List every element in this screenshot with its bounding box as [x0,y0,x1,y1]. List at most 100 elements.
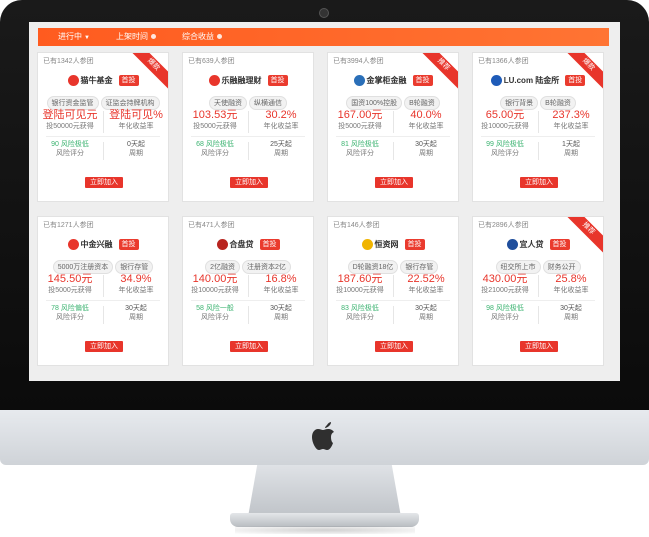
investment-note: 投10000元获得 [481,123,529,130]
divider [538,275,539,297]
expected-return-value: 187.60元 [337,273,383,285]
expected-return-value: 140.00元 [192,273,238,285]
annual-yield-label: 年化收益率 [263,287,299,294]
divider [481,136,595,137]
period-label: 周期 [419,314,433,321]
feature-tag: 证监会持牌机构 [100,96,160,110]
monitor-frame: 进行中 ▼ 上架时间 综合收益 已有1342人参团 爆款 猫牛基金 首投 银行资金监管 证监… [0,0,649,410]
apple-logo-icon [312,422,334,450]
period-label: 周期 [419,150,433,157]
period-label: 周期 [564,314,578,321]
platform-logo-icon [208,75,220,87]
feature-tag: 天使融资 [209,96,247,110]
platform-card[interactable]: 已有1271人参团 中金兴融 首投 5000万注册资本 银行存管 145.50元 投5000… [38,217,168,365]
join-now-button[interactable]: 立即加入 [520,341,558,352]
feature-tag: 纵横通信 [249,96,287,110]
platform-card[interactable]: 已有146人参团 恒资网 首投 D轮融资18亿 银行存管 187.60元 投10000元获得… [328,217,458,365]
period-value: 25天起 [270,141,292,148]
divider [191,136,305,137]
stand-shadow [235,526,415,534]
divider [103,306,104,324]
join-now-button[interactable]: 立即加入 [375,341,413,352]
join-now-button[interactable]: 立即加入 [85,177,123,188]
annual-yield-label: 年化收益率 [553,287,589,294]
divider [538,111,539,133]
platform-logo-row: 中金兴融 首投 [38,236,168,251]
feature-tag: 财务公开 [542,260,581,274]
chevron-down-icon: ▼ [84,35,90,41]
tab-overall-yield[interactable]: 综合收益 [182,28,222,46]
first-investment-badge: 首投 [549,239,570,251]
annual-yield-label: 年化收益率 [263,123,299,130]
first-investment-badge: 首投 [267,75,288,87]
divider [103,111,104,133]
platform-card[interactable]: 已有2896人参团 推荐 宜人贷 首投 纽交所上市 财务公开 430.00元 投21000元获… [473,217,603,365]
platform-logo-icon [67,75,79,87]
dot-icon [217,34,222,40]
investment-note: 投5000元获得 [338,123,382,130]
feature-tag: 注册资本2亿 [242,260,291,274]
period-value: 30天起 [270,305,292,312]
annual-yield-value: 34.9% [120,273,152,285]
annual-yield-value: 40.0% [410,109,442,121]
annual-yield-value: 登陆可见% [109,109,163,121]
risk-score: 78 风险偏低 [51,305,89,312]
divider [393,275,394,297]
risk-score: 98 风险极低 [486,305,524,312]
first-investment-badge: 首投 [118,75,139,87]
expected-return-value: 65.00元 [485,109,525,121]
divider [538,142,539,160]
investment-note: 投5000元获得 [193,123,237,130]
risk-score-label: 风险评分 [201,314,229,321]
join-now-button[interactable]: 立即加入 [520,177,558,188]
platform-logo-row: LU.com 陆金所 首投 [473,72,603,87]
annual-yield-value: 30.2% [265,109,297,121]
platform-logo-icon [353,75,365,87]
feature-tag: 银行存管 [115,260,154,274]
period-label: 周期 [564,150,578,157]
divider [248,275,249,297]
join-now-button[interactable]: 立即加入 [230,177,268,188]
platform-card[interactable]: 已有1342人参团 爆款 猫牛基金 首投 银行资金监管 证监会持牌机构 登陆可见元 投5000… [38,53,168,201]
annual-yield-label: 年化收益率 [553,123,589,130]
tag-row: 银行背景 B轮融资 [473,92,603,110]
filter-bar: 进行中 ▼ 上架时间 综合收益 [38,28,609,46]
platform-card[interactable]: 已有471人参团 合盘贷 首投 2亿融资 注册资本2亿 140.00元 投10000元获得 1… [183,217,313,365]
tag-row: 国资100%控股 B轮融资 [328,92,458,110]
first-investment-badge: 首投 [412,75,433,87]
join-now-button[interactable]: 立即加入 [85,341,123,352]
risk-score: 68 风险极低 [196,141,234,148]
participant-count: 已有1366人参团 [478,58,529,65]
join-now-button[interactable]: 立即加入 [230,341,268,352]
annual-yield-label: 年化收益率 [118,287,154,294]
period-value: 30天起 [415,141,437,148]
camera-icon [319,8,329,18]
investment-note: 投10000元获得 [336,287,384,294]
divider [336,300,450,301]
risk-score: 81 风险极低 [341,141,379,148]
divider [481,300,595,301]
divider [191,300,305,301]
annual-yield-label: 年化收益率 [408,123,444,130]
tab-in-progress[interactable]: 进行中 ▼ [58,28,90,46]
annual-yield-value: 237.3% [552,109,590,121]
platform-logo-icon [67,239,79,251]
join-now-button[interactable]: 立即加入 [375,177,413,188]
feature-tag: B轮融资 [404,96,440,110]
feature-tag: 银行存管 [400,260,439,274]
divider [248,142,249,160]
platform-logo-row: 金掌柜金融 首投 [328,72,458,87]
platform-card[interactable]: 已有639人参团 乐融融理财 首投 天使融资 纵横通信 103.53元 投5000元获得 30… [183,53,313,201]
participant-count: 已有639人参团 [188,58,235,65]
monitor-stand-base [230,513,419,527]
divider [46,136,160,137]
platform-card[interactable]: 已有3994人参团 推荐 金掌柜金融 首投 国资100%控股 B轮融资 167.00元 投50… [328,53,458,201]
tab-label: 综合收益 [182,32,214,41]
tag-row: D轮融资18亿 银行存管 [328,256,458,274]
period-value: 30天起 [415,305,437,312]
platform-card[interactable]: 已有1366人参团 爆款 LU.com 陆金所 首投 银行背景 B轮融资 65.00元 投10… [473,53,603,201]
platform-name: 合盘贷 [229,240,254,250]
risk-score-label: 风险评分 [56,314,84,321]
investment-note: 投10000元获得 [191,287,239,294]
tab-listing-time[interactable]: 上架时间 [116,28,156,46]
